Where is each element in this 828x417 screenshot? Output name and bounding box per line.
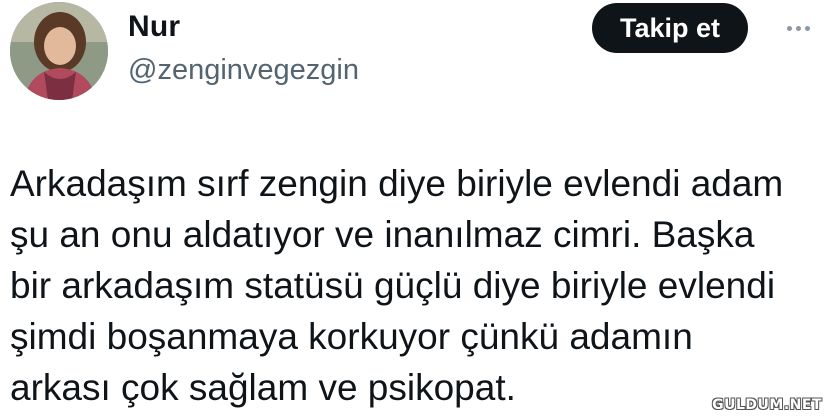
more-options-icon[interactable] xyxy=(778,10,818,46)
tweet-line: arkası çok sağlam ve psikopat. xyxy=(10,367,516,408)
tweet-line: bir arkadaşım statüsü güçlü diye biriyle… xyxy=(10,265,776,306)
follow-button[interactable]: Takip et xyxy=(592,3,748,53)
avatar-image xyxy=(10,2,108,100)
user-handle[interactable]: @zenginvegezgin xyxy=(128,54,359,87)
tweet-line: şimdi boşanmaya korkuyor çünkü adamın xyxy=(10,316,693,357)
avatar[interactable] xyxy=(10,2,108,100)
watermark: GULDUM.NET xyxy=(712,397,822,413)
tweet-text: Arkadaşım sırf zengin diye biriyle evlen… xyxy=(10,158,810,413)
tweet-line: Arkadaşım sırf zengin diye biriyle evlen… xyxy=(10,163,784,204)
tweet-line: şu an onu aldatıyor ve inanılmaz cimri. … xyxy=(10,214,755,255)
dot xyxy=(795,25,801,31)
user-name[interactable]: Nur xyxy=(128,10,180,44)
tweet-card: Nur @zenginvegezgin Takip et Arkadaşım s… xyxy=(0,0,828,417)
dot xyxy=(804,25,810,31)
dot xyxy=(786,25,792,31)
